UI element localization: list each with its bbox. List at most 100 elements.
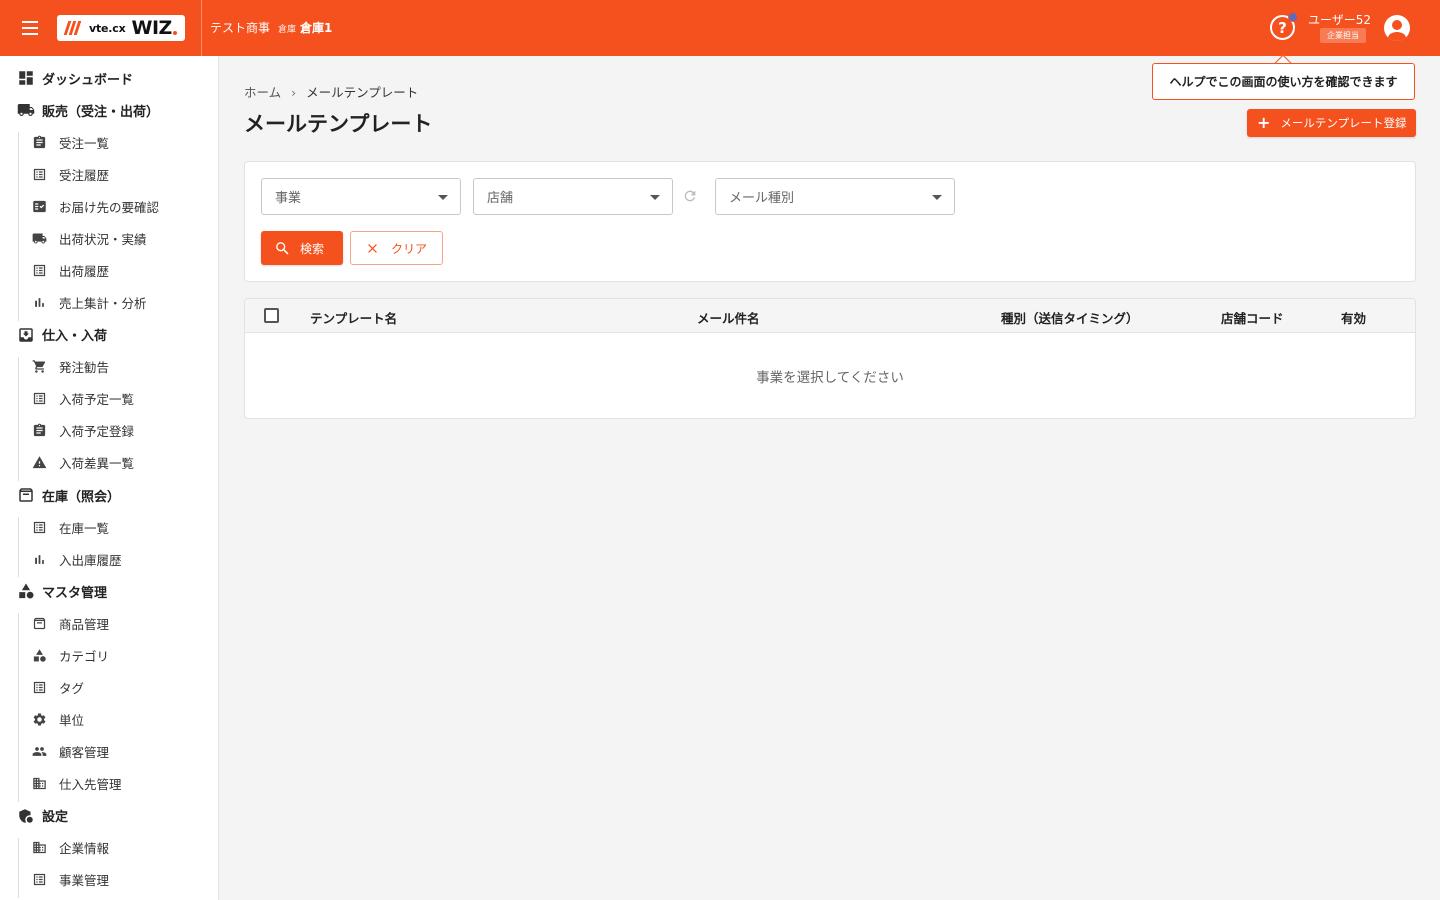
sidebar-item-label: 企業情報 xyxy=(59,841,110,857)
warehouse-name: 倉庫1 xyxy=(300,21,333,35)
help-notification-badge xyxy=(1288,12,1298,22)
sidebar-item-label: 入荷差異一覧 xyxy=(59,456,135,472)
business-select-placeholder: 事業 xyxy=(275,191,302,206)
logo-mark-icon xyxy=(63,19,81,37)
sidebar-section-label: 設定 xyxy=(42,810,69,826)
search-button[interactable]: 検索 xyxy=(261,231,343,265)
sidebar-item-label: 出荷履歴 xyxy=(59,263,110,279)
store-select[interactable]: 店舗 xyxy=(473,178,673,215)
sidebar-item-2-0[interactable]: 発注勧告 xyxy=(0,353,218,381)
add-mail-template-label: メールテンプレート登録 xyxy=(1280,116,1407,130)
filter-card: 事業 店舗 メール種別 検索 クリア xyxy=(244,161,1416,282)
list-icon xyxy=(32,263,47,278)
mail-type-select-placeholder: メール種別 xyxy=(729,191,795,206)
sidebar-item-label: 事業管理 xyxy=(59,873,110,889)
admin-settings-icon xyxy=(17,807,35,825)
company-name: テスト商事 xyxy=(210,21,271,35)
assignment-icon xyxy=(32,135,47,150)
sidebar-section-1[interactable]: 販売（受注・出荷） xyxy=(0,96,218,124)
list-icon xyxy=(32,680,47,695)
sidebar-item-3-1[interactable]: 入出庫履歴 xyxy=(0,545,218,573)
bar-chart-icon xyxy=(32,295,47,310)
header-divider xyxy=(201,0,202,56)
sidebar-item-label: 受注一覧 xyxy=(59,135,110,151)
sidebar-item-5-1[interactable]: 事業管理 xyxy=(0,866,218,894)
sidebar-item-2-3[interactable]: 入荷差異一覧 xyxy=(0,449,218,477)
app-logo[interactable]: vte.cx WIZ xyxy=(57,15,185,41)
truck-icon xyxy=(17,101,35,119)
sidebar-item-2-1[interactable]: 入荷予定一覧 xyxy=(0,385,218,413)
logo-dot xyxy=(172,31,177,35)
mail-type-select[interactable]: メール種別 xyxy=(715,178,955,215)
assignment-icon xyxy=(32,423,47,438)
sidebar-item-1-3[interactable]: 出荷状況・実績 xyxy=(0,224,218,252)
menu-icon[interactable] xyxy=(20,18,40,38)
chevron-down-icon xyxy=(932,195,942,200)
list-icon xyxy=(32,872,47,887)
column-header-template-name[interactable]: テンプレート名 xyxy=(310,308,397,327)
sidebar-item-1-4[interactable]: 出荷履歴 xyxy=(0,256,218,284)
business-select[interactable]: 事業 xyxy=(261,178,461,215)
sidebar-item-3-0[interactable]: 在庫一覧 xyxy=(0,513,218,541)
breadcrumb-home[interactable]: ホーム xyxy=(244,85,281,100)
breadcrumb: ホーム › メールテンプレート xyxy=(244,82,418,101)
sidebar-item-label: 入荷予定一覧 xyxy=(59,392,135,408)
archive-icon xyxy=(32,616,47,631)
chevron-down-icon xyxy=(650,195,660,200)
column-header-store-code[interactable]: 店舗コード xyxy=(1221,308,1284,327)
sidebar-section-4[interactable]: マスタ管理 xyxy=(0,577,218,605)
sidebar-section-2[interactable]: 仕入・入荷 xyxy=(0,321,218,349)
sidebar: ダッシュボード 販売（受注・出荷） 受注一覧受注履歴お届け先の要確認出荷状況・実績出… xyxy=(0,56,219,900)
search-icon xyxy=(276,241,289,255)
search-button-label: 検索 xyxy=(300,241,325,256)
refresh-icon[interactable] xyxy=(682,188,698,204)
sidebar-item-4-0[interactable]: 商品管理 xyxy=(0,609,218,637)
sidebar-item-label: 顧客管理 xyxy=(59,745,110,761)
logo-big-text: WIZ xyxy=(131,17,172,39)
sidebar-item-1-5[interactable]: 売上集計・分析 xyxy=(0,289,218,317)
sidebar-item-4-4[interactable]: 顧客管理 xyxy=(0,738,218,766)
sidebar-item-label: 出荷状況・実績 xyxy=(59,231,147,247)
sidebar-section-5[interactable]: 設定 xyxy=(0,802,218,830)
column-header-enabled[interactable]: 有効 xyxy=(1341,308,1366,327)
sidebar-item-5-0[interactable]: 企業情報 xyxy=(0,834,218,862)
fact-check-icon xyxy=(32,199,47,214)
sidebar-item-4-5[interactable]: 仕入先管理 xyxy=(0,770,218,798)
add-mail-template-button[interactable]: + メールテンプレート登録 xyxy=(1247,109,1416,137)
gear-icon xyxy=(32,712,47,727)
user-name[interactable]: ユーザー52 xyxy=(1308,11,1371,28)
sidebar-item-label: 在庫一覧 xyxy=(59,520,110,536)
sidebar-item-label: 商品管理 xyxy=(59,616,110,632)
sidebar-item-2-2[interactable]: 入荷予定登録 xyxy=(0,417,218,445)
archive-icon xyxy=(17,486,35,504)
clear-button[interactable]: クリア xyxy=(350,231,443,265)
sidebar-section-0[interactable]: ダッシュボード xyxy=(0,64,218,92)
sidebar-item-label: 入出庫履歴 xyxy=(59,552,122,568)
select-all-checkbox[interactable] xyxy=(264,308,279,323)
breadcrumb-separator: › xyxy=(291,85,297,100)
breadcrumb-current: メールテンプレート xyxy=(306,85,419,100)
table-header: テンプレート名 メール件名 種別（送信タイミング） 店舗コード 有効 xyxy=(245,299,1415,333)
app-header: vte.cx WIZ テスト商事 倉庫 倉庫1 ? ユーザー52 企業担当 xyxy=(0,0,1440,56)
sidebar-item-1-0[interactable]: 受注一覧 xyxy=(0,128,218,156)
sidebar-item-1-2[interactable]: お届け先の要確認 xyxy=(0,192,218,220)
bar-chart-icon xyxy=(32,552,47,567)
column-header-type[interactable]: 種別（送信タイミング） xyxy=(1001,308,1139,327)
account-avatar-icon[interactable] xyxy=(1384,15,1410,41)
sidebar-item-label: カテゴリ xyxy=(59,648,110,664)
clear-button-label: クリア xyxy=(391,241,428,256)
sidebar-item-4-3[interactable]: 単位 xyxy=(0,706,218,734)
building-icon xyxy=(32,840,47,855)
column-header-mail-subject[interactable]: メール件名 xyxy=(697,308,760,327)
dashboard-icon xyxy=(17,69,35,87)
sidebar-item-4-1[interactable]: カテゴリ xyxy=(0,641,218,669)
sidebar-section-3[interactable]: 在庫（照会） xyxy=(0,481,218,509)
move-to-inbox-icon xyxy=(17,326,35,344)
help-tooltip: ヘルプでこの画面の使い方を確認できます xyxy=(1152,63,1415,100)
sidebar-item-1-1[interactable]: 受注履歴 xyxy=(0,160,218,188)
sidebar-item-4-2[interactable]: タグ xyxy=(0,673,218,701)
company-info: テスト商事 倉庫 倉庫1 xyxy=(210,19,332,36)
list-icon xyxy=(32,391,47,406)
warehouse-label: 倉庫 xyxy=(278,25,297,35)
close-icon xyxy=(368,243,377,253)
